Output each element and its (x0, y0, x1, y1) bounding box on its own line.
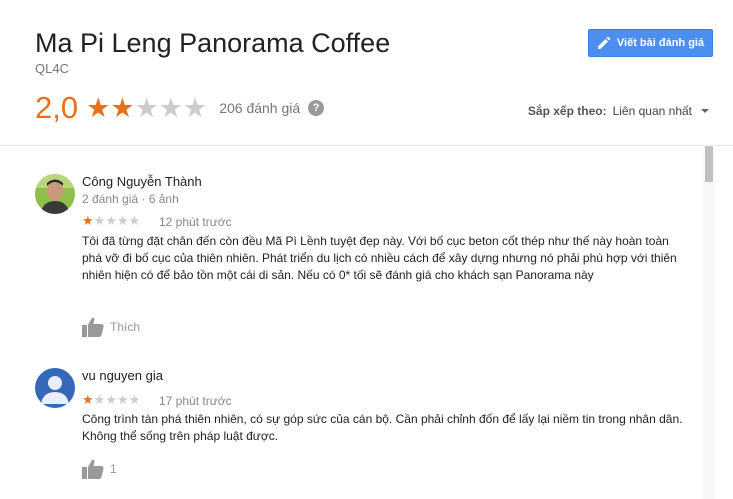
review-stars: ★ ★ ★ ★ ★ (82, 214, 140, 227)
review-text: Tôi đã từng đặt chân đến còn đều Mã Pì L… (82, 234, 677, 282)
star-icon: ★ (105, 213, 117, 228)
avatar-photo[interactable] (35, 174, 75, 214)
sort-value[interactable]: Liên quan nhất (613, 104, 692, 118)
scrollbar-track[interactable] (703, 145, 714, 499)
average-rating: 2,0 (35, 90, 79, 125)
place-title: Ma Pi Leng Panorama Coffee (35, 28, 391, 58)
place-subtitle: QL4C (35, 61, 69, 76)
star-icon: ★ (158, 92, 183, 123)
review-count: 206 đánh giá (219, 100, 301, 116)
star-icon: ★ (116, 213, 129, 228)
like-button[interactable]: Thích (82, 317, 140, 337)
caret-down-icon[interactable] (701, 109, 709, 113)
thumbs-up-icon (82, 317, 104, 337)
star-icon: ★ (105, 392, 117, 407)
pencil-icon (597, 36, 611, 49)
reviewer-meta[interactable]: 2 đánh giá · 6 ảnh (82, 192, 179, 206)
avatar-placeholder[interactable] (35, 368, 75, 408)
review-text: Công trình tàn phá thiên nhiên, có sự gó… (82, 412, 683, 443)
sort-label: Sắp xếp theo: (527, 104, 607, 118)
rating-stars: ★ ★ ★ ★ ★ (86, 92, 208, 123)
star-icon: ★ (93, 392, 106, 407)
sort-control[interactable]: Sắp xếp theo: Liên quan nhất (528, 104, 709, 118)
review-time: 17 phút trước (159, 394, 232, 408)
like-button[interactable]: 1 (82, 459, 117, 479)
write-review-button[interactable]: Viết bài đánh giá (588, 29, 713, 57)
star-icon: ★ (128, 392, 141, 407)
thumbs-up-icon (82, 459, 104, 479)
reviewer-name[interactable]: Công Nguyễn Thành (82, 174, 202, 189)
star-icon: ★ (82, 392, 94, 407)
star-icon: ★ (86, 92, 111, 123)
write-review-label: Viết bài đánh giá (616, 37, 705, 49)
review-time: 12 phút trước (159, 215, 232, 229)
divider (0, 145, 733, 146)
star-icon: ★ (128, 213, 141, 228)
star-icon: ★ (134, 92, 159, 123)
help-icon[interactable]: ? (308, 100, 325, 116)
rating-summary: 2,0 ★ ★ ★ ★ ★ 206 đánh giá ? (35, 90, 325, 126)
like-label: Thích (110, 320, 141, 334)
review-stars: ★ ★ ★ ★ ★ (82, 393, 140, 406)
scrollbar-thumb[interactable] (705, 146, 713, 182)
star-icon: ★ (182, 92, 208, 123)
star-icon: ★ (82, 213, 94, 228)
star-icon: ★ (110, 92, 135, 123)
reviewer-name[interactable]: vu nguyen gia (82, 368, 163, 383)
star-icon: ★ (116, 392, 129, 407)
like-count: 1 (110, 462, 117, 476)
star-icon: ★ (93, 213, 106, 228)
